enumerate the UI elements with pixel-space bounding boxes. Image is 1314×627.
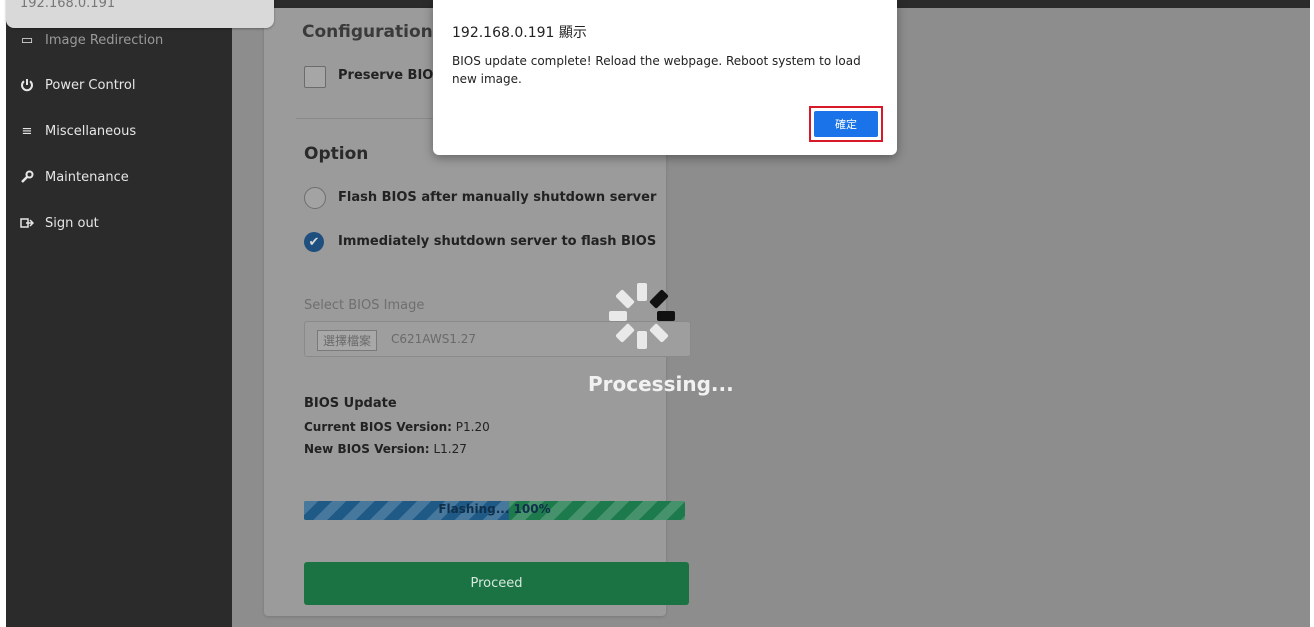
sidebar-item-maintenance[interactable]: Maintenance bbox=[18, 165, 129, 189]
select-bios-image-label: Select BIOS Image bbox=[304, 298, 425, 313]
url-text: 192.168.0.191 bbox=[20, 0, 116, 11]
current-bios-version: Current BIOS Version: P1.20 bbox=[304, 420, 490, 434]
sidebar-item-label: Sign out bbox=[45, 215, 99, 231]
image-icon: ▭ bbox=[20, 32, 34, 48]
browser-url-tab: 192.168.0.191 bbox=[6, 0, 274, 28]
sidebar-item-label: Miscellaneous bbox=[45, 123, 137, 139]
radio-flash-after-shutdown[interactable] bbox=[304, 187, 326, 209]
radio-label-immediate-shutdown: Immediately shutdown server to flash BIO… bbox=[338, 234, 657, 249]
flash-progress-bar: Flashing... 100% bbox=[304, 501, 685, 520]
preserve-bios-checkbox[interactable] bbox=[304, 66, 326, 88]
power-icon bbox=[18, 78, 36, 92]
check-icon: ✔ bbox=[308, 234, 320, 250]
sidebar-item-sign-out[interactable]: Sign out bbox=[18, 211, 99, 235]
new-version-label: New BIOS Version: bbox=[304, 442, 430, 456]
sidebar-item-label: Image Redirection bbox=[45, 32, 164, 48]
new-bios-version: New BIOS Version: L1.27 bbox=[304, 442, 467, 456]
processing-text: Processing... bbox=[588, 372, 734, 396]
radio-label-flash-after-shutdown: Flash BIOS after manually shutdown serve… bbox=[338, 190, 657, 205]
alert-dialog: 192.168.0.191 顯示 BIOS update complete! R… bbox=[433, 0, 897, 155]
option-heading: Option bbox=[304, 144, 369, 164]
selected-file-name: C621AWS1.27 bbox=[391, 332, 477, 346]
current-version-label: Current BIOS Version: bbox=[304, 420, 452, 434]
configuration-heading: Configuration bbox=[302, 22, 433, 42]
sidebar-item-image-redirection[interactable]: ▭ Image Redirection bbox=[18, 28, 163, 52]
new-version-value: L1.27 bbox=[433, 442, 467, 456]
current-version-value: P1.20 bbox=[455, 420, 490, 434]
radio-immediate-shutdown[interactable]: ✔ bbox=[304, 232, 324, 252]
sidebar-item-label: Maintenance bbox=[45, 169, 129, 185]
bios-update-heading: BIOS Update bbox=[304, 396, 397, 411]
wrench-icon bbox=[18, 170, 36, 184]
dialog-ok-button[interactable]: 確定 bbox=[814, 111, 878, 137]
dialog-message: BIOS update complete! Reload the webpage… bbox=[452, 54, 861, 86]
proceed-button[interactable]: Proceed bbox=[304, 562, 689, 605]
sidebar-item-label: Power Control bbox=[45, 77, 136, 93]
dialog-title: 192.168.0.191 顯示 bbox=[452, 25, 587, 41]
sign-out-icon bbox=[18, 216, 36, 230]
sidebar-item-miscellaneous[interactable]: ≡ Miscellaneous bbox=[18, 119, 137, 143]
loading-spinner-icon bbox=[609, 283, 675, 349]
progress-text: Flashing... 100% bbox=[438, 502, 551, 516]
sidebar: ▭ Image Redirection Power Control ≡ Misc… bbox=[6, 0, 232, 627]
choose-file-button[interactable]: 選擇檔案 bbox=[317, 330, 378, 351]
menu-icon: ≡ bbox=[21, 123, 33, 139]
sidebar-item-power-control[interactable]: Power Control bbox=[18, 73, 135, 97]
